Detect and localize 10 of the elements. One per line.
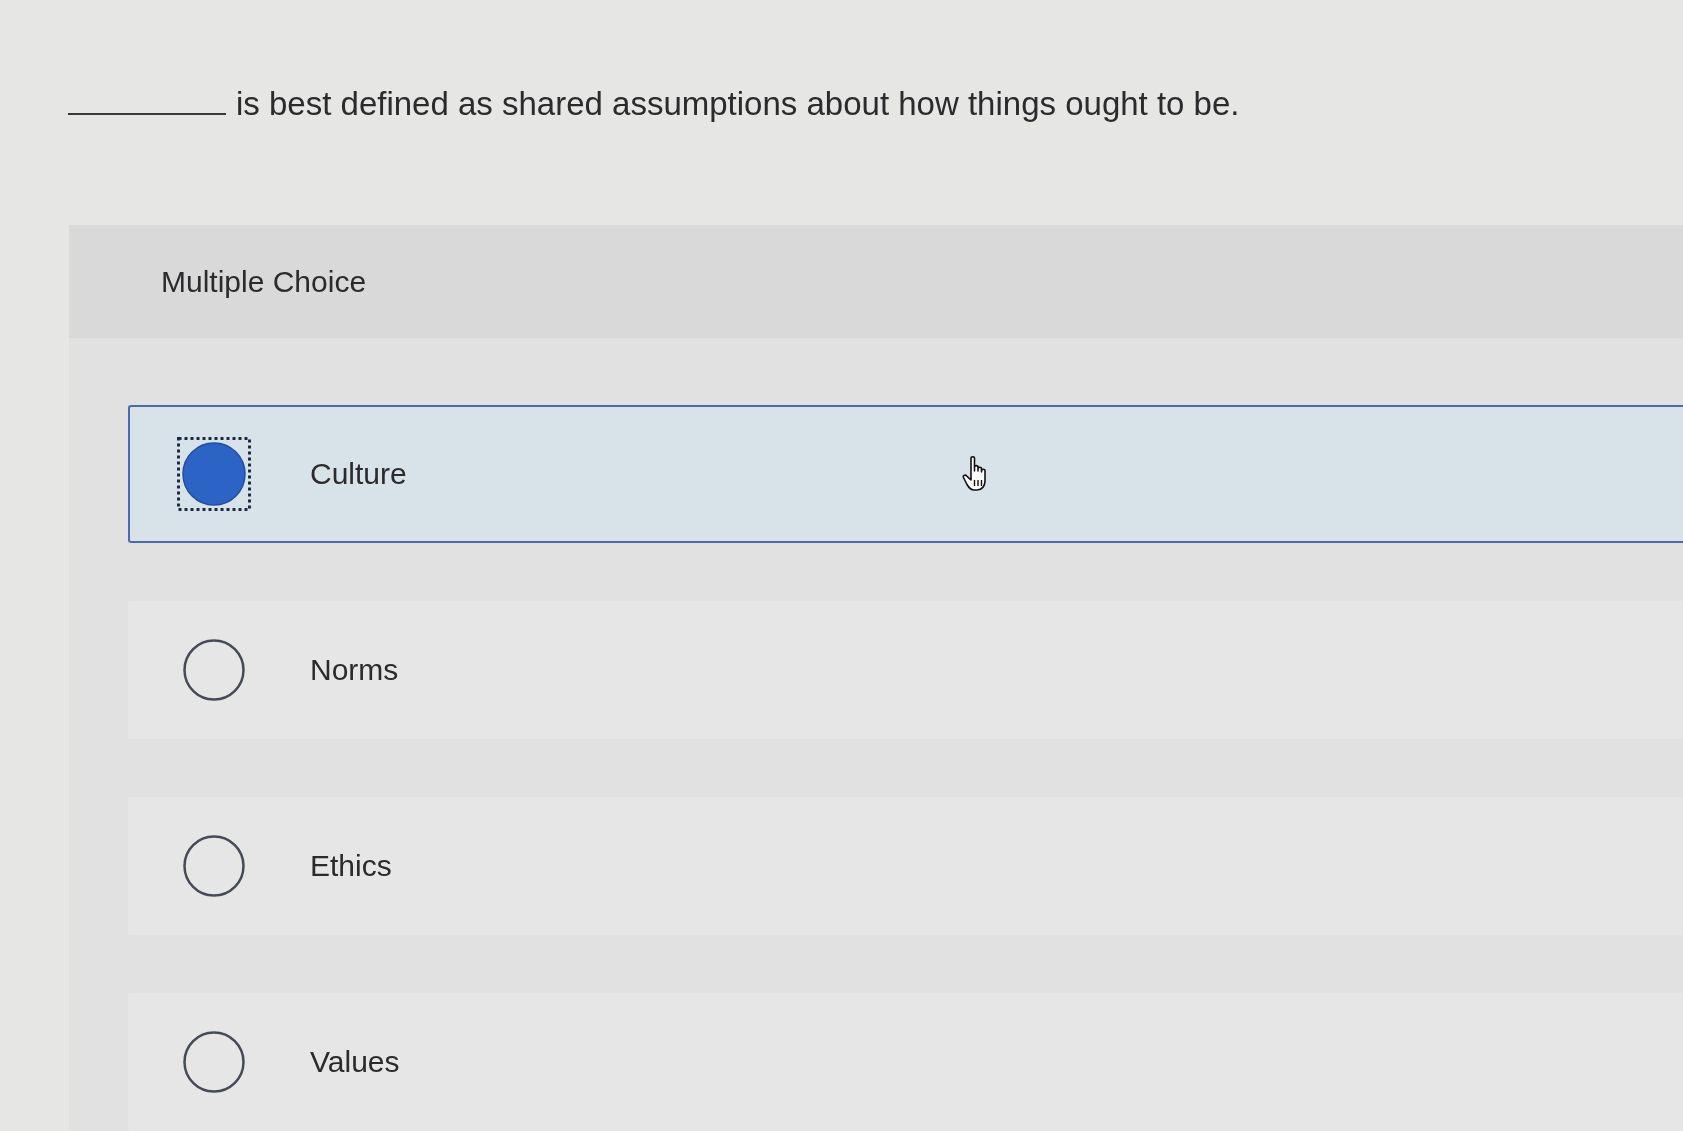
question-text: is best defined as shared assumptions about how things ought to be.: [236, 84, 1240, 124]
radio-icon[interactable]: [183, 835, 245, 897]
radio-selected-icon[interactable]: [177, 437, 251, 511]
radio-icon[interactable]: [183, 639, 245, 701]
radio-icon[interactable]: [183, 1031, 245, 1093]
answer-option[interactable]: Culture: [128, 405, 1683, 543]
section-heading: Multiple Choice: [161, 263, 367, 300]
answer-option[interactable]: Values: [128, 993, 1683, 1131]
answer-option[interactable]: Ethics: [128, 797, 1683, 935]
answer-option[interactable]: Norms: [128, 601, 1683, 739]
